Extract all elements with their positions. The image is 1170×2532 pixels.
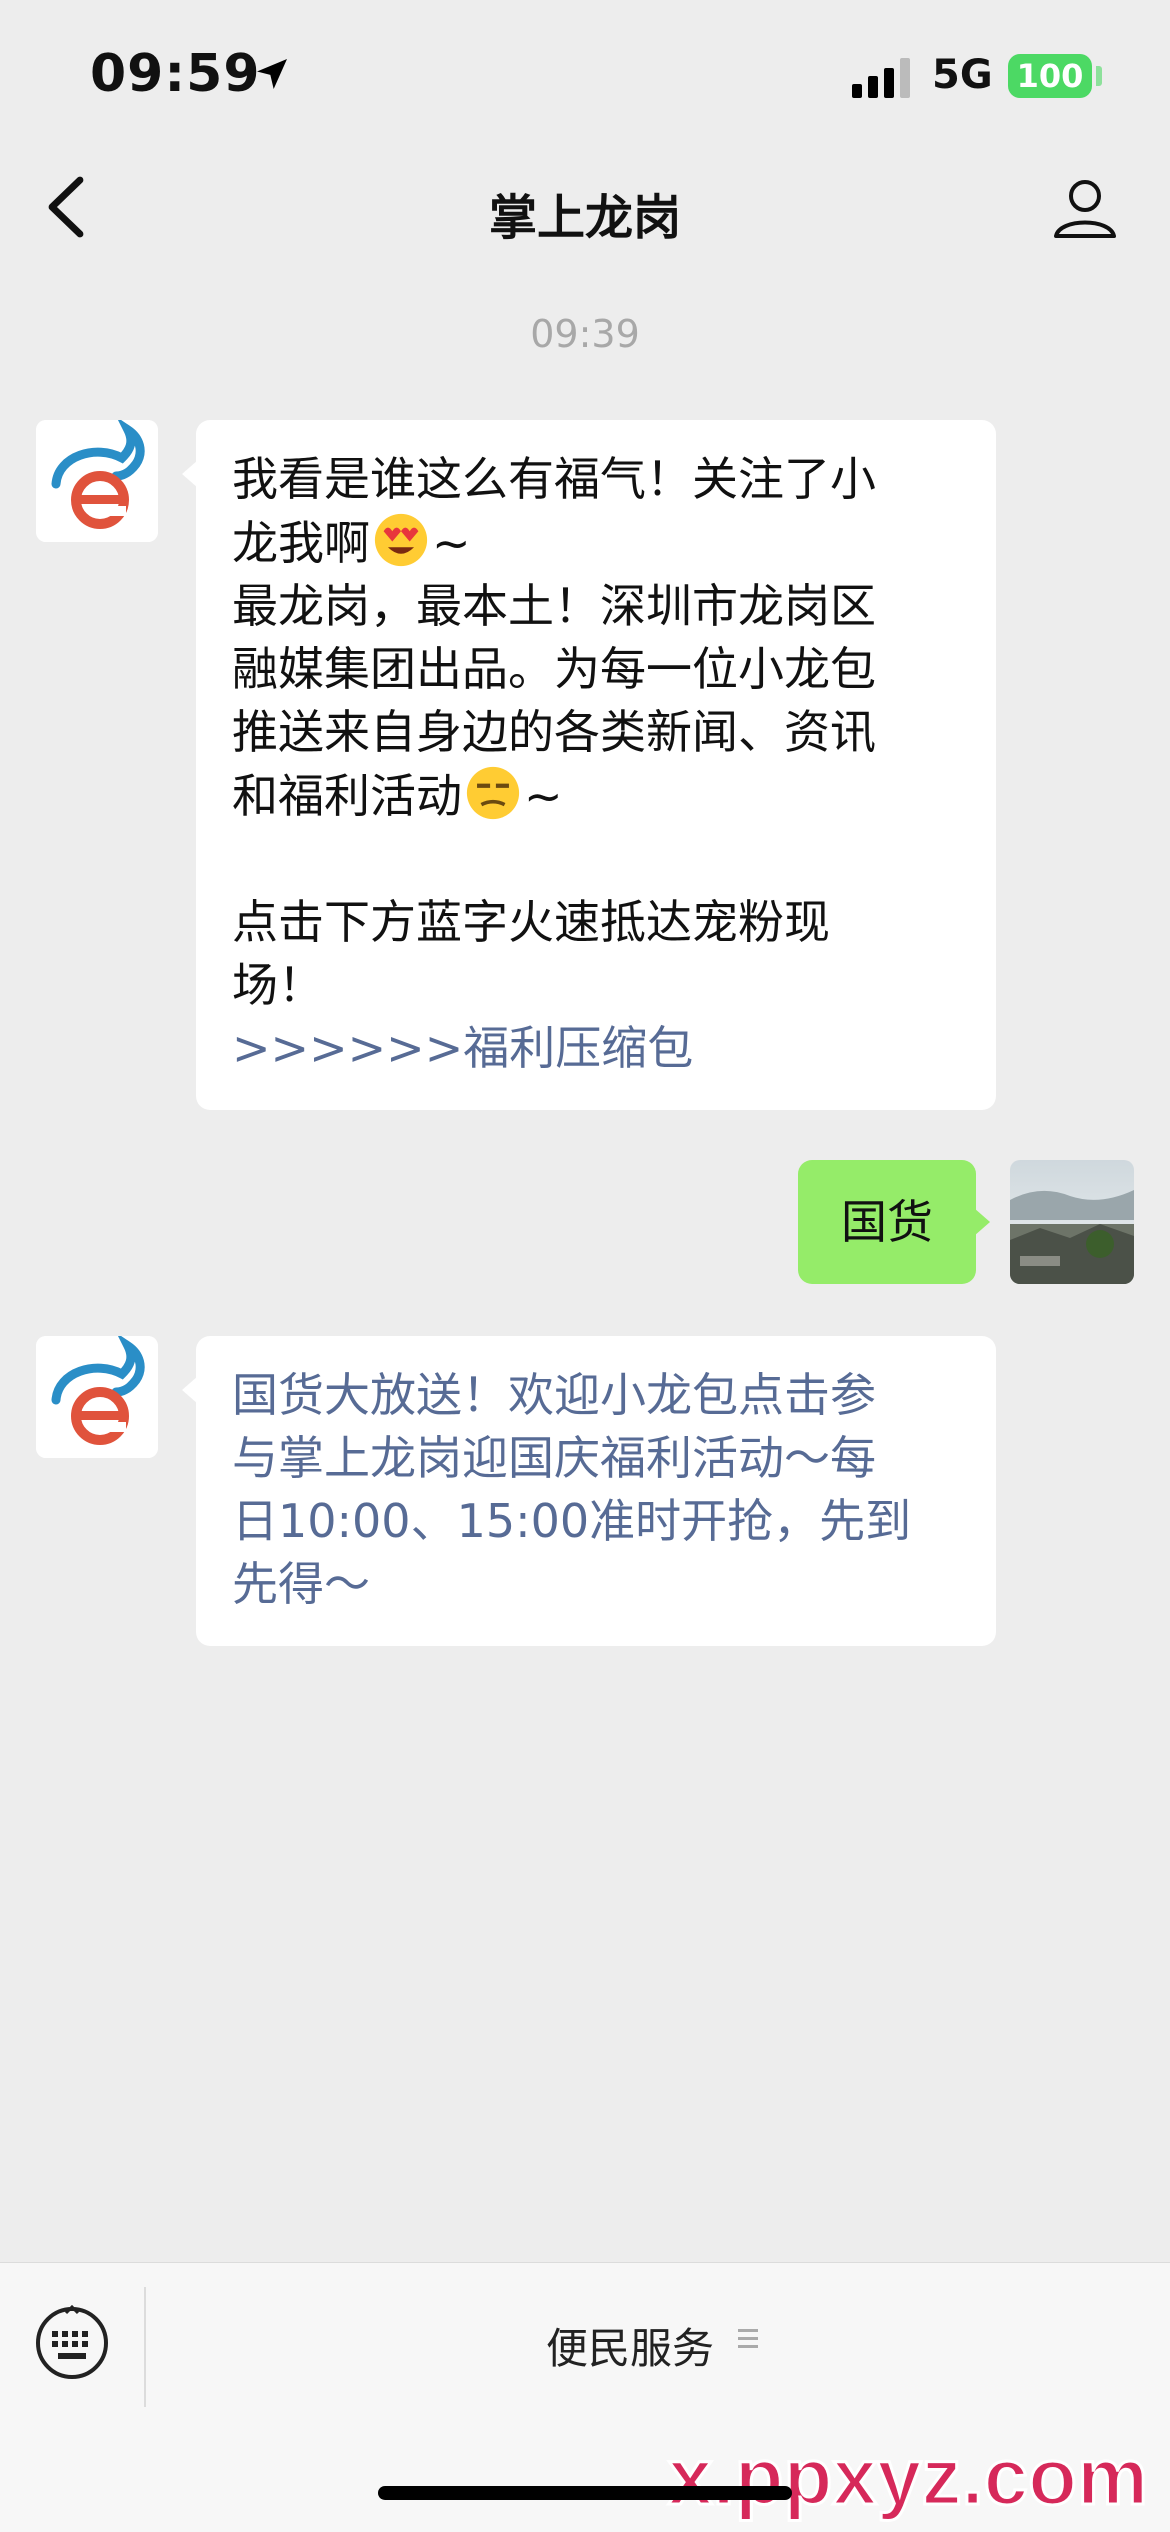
message-bubble-welcome: 我看是谁这么有福气！关注了小 龙我啊 ~ 最龙岗，最本土！深圳市龙岗区 融媒集团出… bbox=[182, 420, 996, 1110]
user-avatar-image-icon bbox=[1010, 1160, 1134, 1284]
network-type: 5G bbox=[932, 52, 993, 98]
promo-link-text[interactable]: 日10:00、15:00准时开抢，先到 bbox=[232, 1490, 964, 1553]
bottom-bar-divider bbox=[144, 2287, 146, 2407]
user-avatar[interactable] bbox=[1010, 1160, 1134, 1284]
keyboard-toggle-icon[interactable] bbox=[34, 2305, 110, 2381]
official-account-avatar[interactable] bbox=[36, 420, 158, 542]
message-text: 融媒集团出品。为每一位小龙包 bbox=[232, 642, 876, 696]
status-bar: 09:59 5G 100 bbox=[0, 0, 1170, 150]
message-text: 场！ bbox=[232, 958, 324, 1012]
message-text: 点击下方蓝字火速抵达宠粉现 bbox=[232, 895, 830, 949]
message-text: ~ bbox=[432, 516, 471, 570]
welfare-package-link[interactable]: >>>>>>福利压缩包 bbox=[232, 1017, 964, 1080]
message-text-row: 龙我啊 ~ bbox=[232, 511, 964, 575]
battery-cap bbox=[1096, 66, 1102, 86]
battery-indicator: 100 bbox=[1008, 54, 1092, 98]
location-arrow-icon bbox=[257, 59, 287, 89]
convenience-services-menu[interactable]: 便民服务 bbox=[546, 2315, 714, 2376]
longgang-logo-icon bbox=[36, 420, 158, 542]
page-title: 掌上龙岗 bbox=[488, 190, 681, 246]
official-account-avatar[interactable] bbox=[36, 1336, 158, 1458]
message-text: ~ bbox=[524, 769, 563, 823]
profile-icon[interactable] bbox=[1052, 174, 1118, 240]
message-text: 和福利活动 bbox=[232, 769, 462, 823]
heart-eyes-emoji-icon bbox=[374, 513, 428, 567]
watermark-logo: x.ppxyz.com bbox=[667, 2431, 1150, 2523]
home-indicator bbox=[378, 2486, 792, 2500]
message-text: 龙我啊 bbox=[232, 516, 370, 570]
promo-link-text[interactable]: 与掌上龙岗迎国庆福利活动～每 bbox=[232, 1427, 964, 1490]
message-text: 最龙岗，最本土！深圳市龙岗区 bbox=[232, 579, 876, 633]
promo-link-text[interactable]: 先得～ bbox=[232, 1553, 964, 1616]
submenu-lines-icon bbox=[738, 2329, 758, 2348]
message-bubble-user: 国货 bbox=[798, 1160, 990, 1284]
smirk-emoji-icon bbox=[466, 766, 520, 820]
watermark-text: x.ppxyz.com bbox=[668, 2432, 1148, 2521]
message-text: 我看是谁这么有福气！关注了小 bbox=[232, 452, 876, 506]
message-text: 国货 bbox=[841, 1195, 933, 1249]
status-time: 09:59 bbox=[90, 44, 261, 104]
nav-bar: 掌上龙岗 bbox=[0, 150, 1170, 270]
message-text: 推送来自身边的各类新闻、资讯 bbox=[232, 705, 876, 759]
chat-timestamp: 09:39 bbox=[530, 312, 640, 356]
promo-link-text[interactable]: 国货大放送！欢迎小龙包点击参 bbox=[232, 1364, 964, 1427]
message-bubble-promo[interactable]: 国货大放送！欢迎小龙包点击参 与掌上龙岗迎国庆福利活动～每 日10:00、15:… bbox=[182, 1336, 996, 1646]
longgang-logo-icon bbox=[36, 1336, 158, 1458]
cellular-signal-icon bbox=[852, 58, 910, 98]
message-text-row: 和福利活动 ~ bbox=[232, 764, 964, 828]
